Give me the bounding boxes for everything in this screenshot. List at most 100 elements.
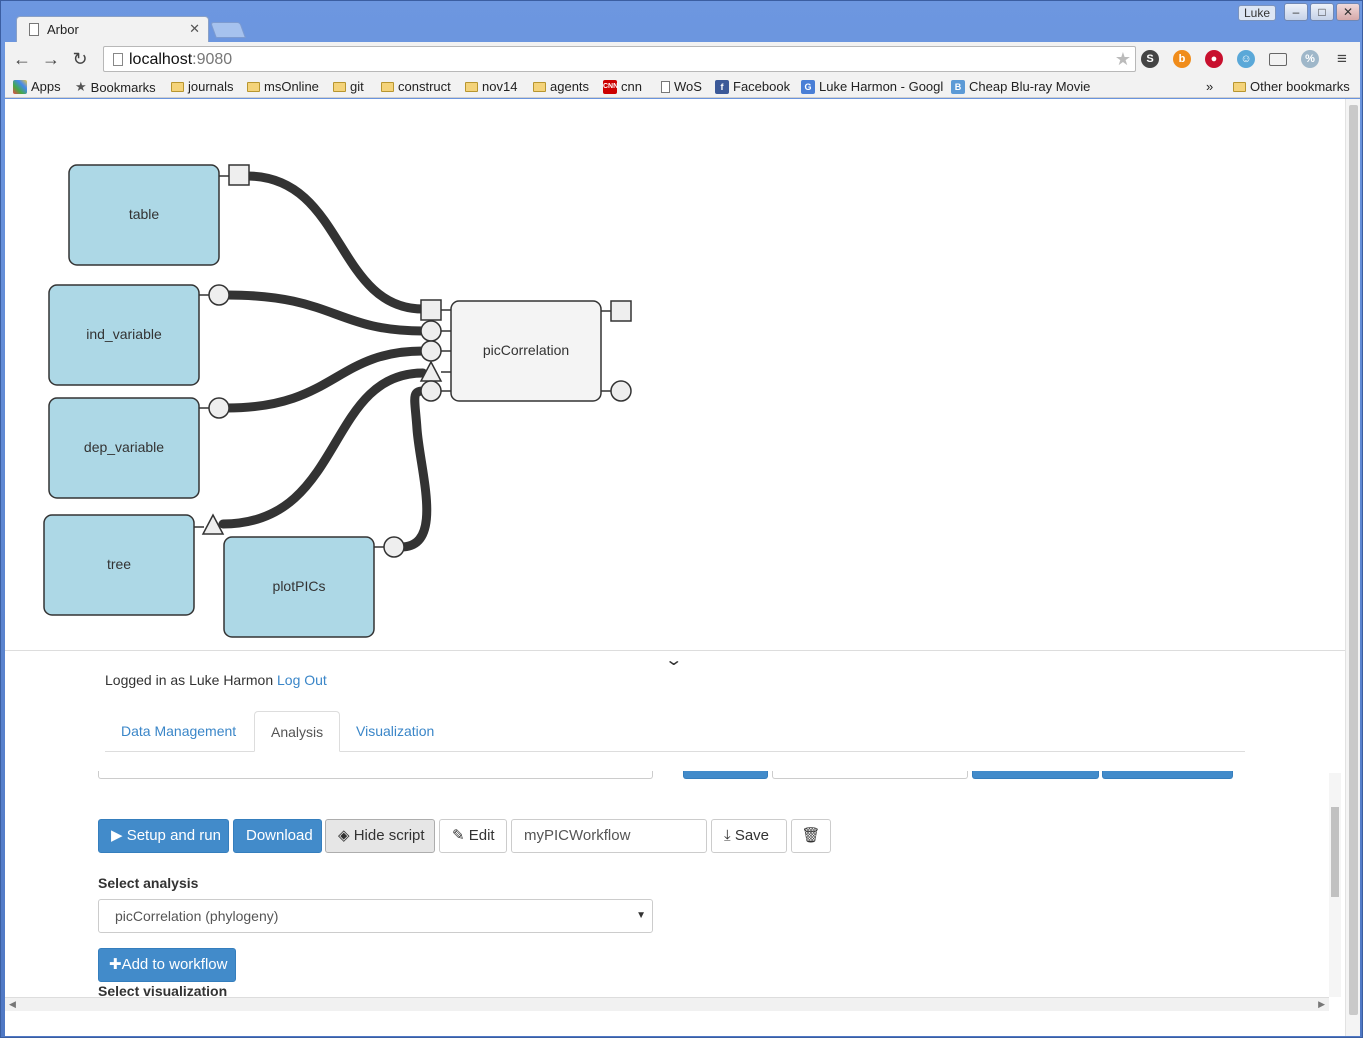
bookmark-agents[interactable]: agents xyxy=(533,79,589,94)
download-button[interactable]: Download xyxy=(233,819,322,853)
bookmark-apps[interactable]: Apps xyxy=(13,79,61,94)
extension-ghost-icon[interactable]: ☺ xyxy=(1237,50,1255,68)
add-to-workflow-button[interactable]: ✚Add to workflow xyxy=(98,948,236,982)
profile-button[interactable]: Luke xyxy=(1238,5,1276,21)
extension-stop-icon[interactable]: ● xyxy=(1205,50,1223,68)
forward-icon[interactable]: → xyxy=(40,49,62,70)
node-dep-variable-label: dep_variable xyxy=(83,439,165,455)
cast-icon[interactable] xyxy=(1269,53,1287,66)
logout-link[interactable]: Log Out xyxy=(277,672,327,688)
tab-analysis[interactable]: Analysis xyxy=(254,711,341,752)
folder-icon xyxy=(171,81,184,92)
back-icon[interactable]: ← xyxy=(11,49,33,70)
tab-visualization[interactable]: Visualization xyxy=(340,711,450,752)
url-port: :9080 xyxy=(192,51,233,68)
bookmark-nov14[interactable]: nov14 xyxy=(465,79,517,94)
menu-icon[interactable]: ≡ xyxy=(1331,49,1353,69)
workflow-graph xyxy=(43,164,632,638)
page-viewport: table ind_variable dep_variable tree plo… xyxy=(5,99,1360,1036)
horizontal-scrollbar[interactable]: ◀ ▶ xyxy=(5,997,1329,1011)
bookmark-other[interactable]: Other bookmarks xyxy=(1233,79,1350,94)
bookmark-star-icon[interactable]: ★ xyxy=(1115,49,1131,70)
page-icon xyxy=(113,53,123,66)
chevron-down-icon[interactable]: ⌄ xyxy=(664,650,683,670)
facebook-icon: f xyxy=(715,79,729,94)
page-scrollbar[interactable] xyxy=(1345,99,1360,1036)
new-tab-button[interactable] xyxy=(210,22,246,38)
piccorrelation-plot-input-port[interactable] xyxy=(420,380,442,402)
address-bar[interactable]: localhost:9080 ★ xyxy=(103,46,1136,72)
folder-icon xyxy=(247,81,260,92)
dep-variable-output-port[interactable] xyxy=(208,397,230,419)
ind-variable-output-port[interactable] xyxy=(208,284,230,306)
setup-and-run-button[interactable]: ▶ Setup and run xyxy=(98,819,229,853)
bookmarks-overflow-button[interactable]: » xyxy=(1206,79,1213,94)
download-icon: ⤓ xyxy=(724,827,735,844)
clipped-input xyxy=(98,771,653,779)
close-window-button[interactable]: ✕ xyxy=(1336,3,1360,21)
table-output-port[interactable] xyxy=(228,164,250,186)
eye-slash-icon: ◈ xyxy=(338,827,354,844)
page-scrollbar-thumb[interactable] xyxy=(1349,105,1358,1015)
workflow-canvas: table ind_variable dep_variable tree plo… xyxy=(5,99,1345,649)
bookmark-construct[interactable]: construct xyxy=(381,79,451,94)
node-tree-label: tree xyxy=(106,556,132,572)
bookmark-git[interactable]: git xyxy=(333,79,364,94)
apps-grid-icon xyxy=(13,79,27,94)
folder-icon xyxy=(533,81,546,92)
tab-data-management[interactable]: Data Management xyxy=(105,711,252,752)
panel-scrollbar-thumb[interactable] xyxy=(1331,807,1339,897)
clipped-button xyxy=(1102,771,1233,779)
maximize-button[interactable]: □ xyxy=(1310,3,1334,21)
delete-button[interactable]: 🗑 xyxy=(791,819,831,853)
bookmark-msonline[interactable]: msOnline xyxy=(247,79,319,94)
connection-tree-to-piccorrelation xyxy=(218,368,428,529)
bookmark-facebook[interactable]: f Facebook xyxy=(715,79,790,94)
panel-scrollbar[interactable] xyxy=(1329,773,1341,997)
tab-title: Arbor xyxy=(47,22,79,37)
scholar-icon: G xyxy=(801,79,815,94)
clipped-button xyxy=(683,771,768,779)
reload-icon[interactable]: ↻ xyxy=(69,49,91,70)
scroll-left-icon[interactable]: ◀ xyxy=(9,999,16,1010)
bookmark-journals[interactable]: journals xyxy=(171,79,234,94)
star-icon: ★ xyxy=(75,79,87,94)
node-ind-variable-label: ind_variable xyxy=(86,326,162,342)
bookmark-bluray[interactable]: B Cheap Blu-ray Movie xyxy=(951,79,1090,94)
workflow-connections xyxy=(218,171,432,552)
folder-icon xyxy=(381,81,394,92)
node-table-label: table xyxy=(128,206,160,222)
save-button[interactable]: ⤓ Save xyxy=(711,819,787,853)
piccorrelation-ind-input-port[interactable] xyxy=(420,320,442,342)
bookmark-wos[interactable]: WoS xyxy=(661,79,702,94)
extension-shield-icon[interactable]: % xyxy=(1301,50,1319,68)
browser-tab[interactable]: Arbor ✕ xyxy=(16,16,209,42)
folder-icon xyxy=(333,81,346,92)
analysis-select[interactable]: picCorrelation (phylogeny) ▼ xyxy=(98,899,653,933)
piccorrelation-dep-input-port[interactable] xyxy=(420,340,442,362)
plus-icon: ✚ xyxy=(109,956,122,973)
hide-script-button[interactable]: ◈ Hide script xyxy=(325,819,435,853)
extension-b-icon[interactable]: b xyxy=(1173,50,1191,68)
connection-plotpics-to-piccorrelation xyxy=(396,386,432,552)
minimize-button[interactable]: – xyxy=(1284,3,1308,21)
bookmark-bookmarks[interactable]: ★ Bookmarks xyxy=(75,79,156,95)
main-tabs: Data Management Analysis Visualization xyxy=(105,711,1245,752)
piccorrelation-plot-output-port[interactable] xyxy=(610,380,632,402)
trash-icon: 🗑 xyxy=(801,827,821,844)
close-tab-icon[interactable]: ✕ xyxy=(189,21,200,37)
edit-button[interactable]: ✎ Edit xyxy=(439,819,507,853)
plotpics-output-port[interactable] xyxy=(383,536,405,558)
connection-table-to-piccorrelation xyxy=(242,171,428,314)
bookmark-cnn[interactable]: CNN cnn xyxy=(603,79,642,94)
bookmark-scholar[interactable]: G Luke Harmon - Googl xyxy=(801,79,943,94)
caret-down-icon: ▼ xyxy=(636,910,646,921)
workflow-name-input[interactable]: myPICWorkflow xyxy=(511,819,707,853)
piccorrelation-table-output-port[interactable] xyxy=(610,300,632,322)
page-icon xyxy=(29,23,39,36)
extension-s-icon[interactable]: S xyxy=(1141,50,1159,68)
piccorrelation-table-input-port[interactable] xyxy=(420,299,442,321)
page-icon xyxy=(661,80,670,93)
scroll-right-icon[interactable]: ▶ xyxy=(1318,999,1325,1010)
analysis-select-value: picCorrelation (phylogeny) xyxy=(115,908,279,924)
